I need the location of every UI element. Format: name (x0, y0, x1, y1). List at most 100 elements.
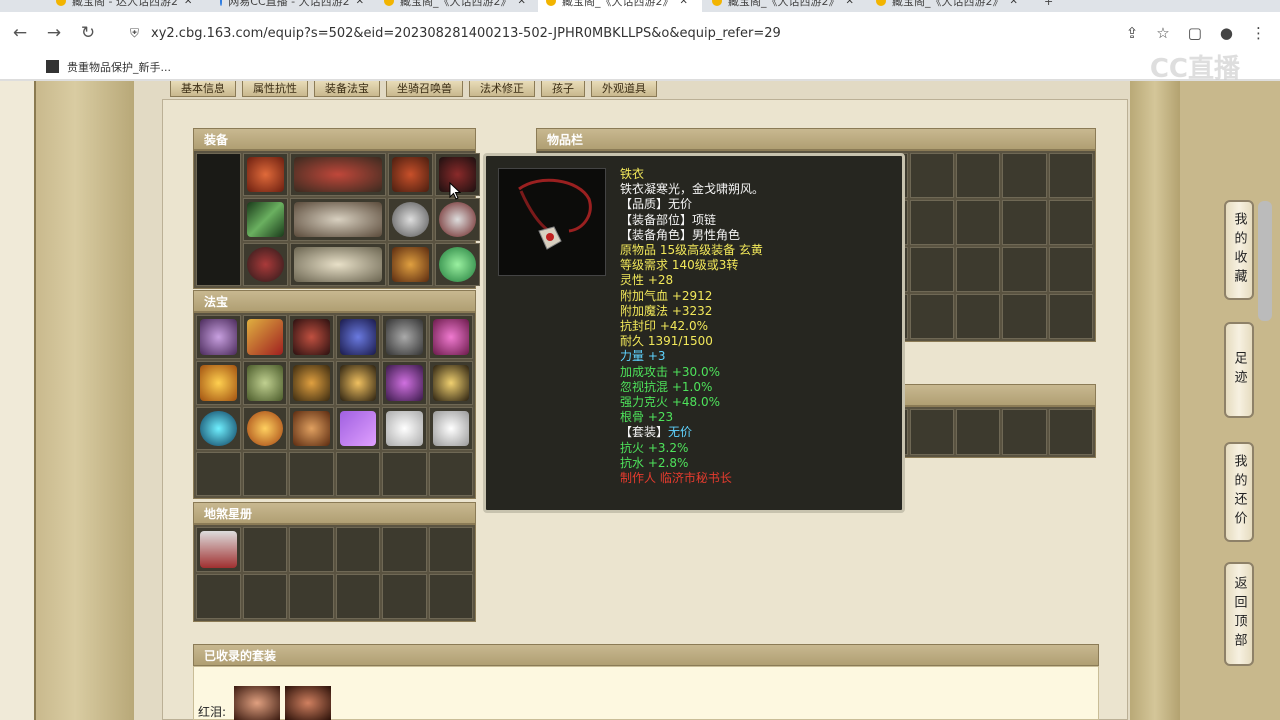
tab-mounts-pets[interactable]: 坐骑召唤兽 (386, 81, 463, 97)
inventory-slot[interactable] (909, 200, 954, 245)
equip-slot[interactable] (435, 243, 480, 286)
ghost-slot[interactable] (196, 527, 241, 572)
ghost-slot[interactable] (242, 574, 287, 619)
close-icon[interactable]: ✕ (184, 0, 192, 7)
profile-icon[interactable]: ● (1220, 24, 1233, 42)
inventory-slot[interactable] (955, 247, 1001, 292)
ghost-slot[interactable] (335, 574, 380, 619)
equip-slot[interactable] (290, 243, 386, 286)
inventory-slot[interactable] (1048, 294, 1093, 339)
inventory-slot[interactable] (1002, 153, 1047, 198)
footprint-button[interactable]: 足迹 (1224, 322, 1254, 418)
inventory-slot[interactable] (909, 294, 954, 339)
treasure-slot[interactable] (242, 315, 287, 359)
browser-tab[interactable]: 藏宝阁_《大话西游2》 ✕ (704, 0, 864, 12)
tab-appearance[interactable]: 外观道具 (591, 81, 657, 97)
favorites-button[interactable]: 我的收藏 (1224, 200, 1254, 300)
treasure-slot[interactable] (242, 452, 287, 496)
treasure-slot[interactable] (335, 406, 380, 451)
equip-slot[interactable] (243, 198, 288, 241)
inventory-slot[interactable] (1048, 200, 1093, 245)
equip-slot[interactable] (388, 198, 433, 241)
inventory-slot[interactable] (955, 294, 1001, 339)
new-tab-button[interactable]: + (1036, 0, 1066, 12)
inventory-slot[interactable] (1002, 200, 1047, 245)
treasure-slot[interactable] (335, 452, 380, 496)
treasure-slot[interactable] (428, 406, 473, 451)
tab-attributes[interactable]: 属性抗性 (242, 81, 308, 97)
equip-slot[interactable] (243, 153, 288, 196)
reload-button[interactable]: ↻ (74, 19, 102, 47)
tab-spell-mod[interactable]: 法术修正 (469, 81, 535, 97)
treasure-slot[interactable] (382, 360, 427, 405)
secondary-slot[interactable] (955, 409, 1001, 455)
ghost-slot[interactable] (335, 527, 380, 572)
treasure-slot[interactable] (382, 452, 427, 496)
treasure-slot[interactable] (428, 452, 473, 496)
browser-tab[interactable]: 藏宝阁 - 达人话西游2 ✕ (48, 0, 208, 12)
ghost-slot[interactable] (382, 527, 427, 572)
ghost-slot[interactable] (289, 527, 334, 572)
set-item[interactable] (234, 686, 280, 720)
treasure-slot[interactable] (382, 406, 427, 451)
star-icon[interactable]: ☆ (1156, 24, 1169, 42)
forward-button[interactable]: → (40, 19, 68, 47)
url-field[interactable]: ⛨ xy2.cbg.163.com/equip?s=502&eid=2023082… (130, 18, 1130, 48)
secondary-slot[interactable] (1002, 409, 1047, 455)
share-icon[interactable]: ⇪ (1126, 24, 1139, 42)
browser-tab[interactable]: 藏宝阁_《大话西游2》 ✕ (376, 0, 536, 12)
equip-slot[interactable] (435, 198, 480, 241)
close-icon[interactable]: ✕ (518, 0, 526, 7)
treasure-slot[interactable] (335, 360, 380, 405)
secondary-slot[interactable] (909, 409, 954, 455)
inventory-slot[interactable] (1002, 294, 1047, 339)
secondary-slot[interactable] (1048, 409, 1093, 455)
menu-icon[interactable]: ⋮ (1251, 24, 1266, 42)
treasure-slot[interactable] (382, 315, 427, 359)
treasure-slot[interactable] (289, 360, 334, 405)
equip-slot[interactable] (388, 153, 433, 196)
treasure-slot[interactable] (196, 452, 241, 496)
tab-children[interactable]: 孩子 (541, 81, 585, 97)
back-to-top-button[interactable]: 返回顶部 (1224, 562, 1254, 666)
treasure-slot[interactable] (242, 360, 287, 405)
treasure-slot[interactable] (428, 315, 473, 359)
sidebar-icon[interactable]: ▢ (1188, 24, 1202, 42)
back-button[interactable]: ← (6, 19, 34, 47)
inventory-slot[interactable] (955, 200, 1001, 245)
browser-tab[interactable]: 藏宝阁_《大话西游2》 ✕ (868, 0, 1028, 12)
treasure-slot[interactable] (196, 406, 241, 451)
equip-slot[interactable] (243, 243, 288, 286)
my-bids-button[interactable]: 我的还价 (1224, 442, 1254, 542)
close-icon[interactable]: ✕ (846, 0, 854, 7)
treasure-slot[interactable] (335, 315, 380, 359)
ghost-slot[interactable] (242, 527, 287, 572)
equip-slot[interactable] (290, 153, 386, 196)
tab-equipment[interactable]: 装备法宝 (314, 81, 380, 97)
inventory-slot[interactable] (955, 153, 1001, 198)
tab-basic-info[interactable]: 基本信息 (170, 81, 236, 97)
close-icon[interactable]: ✕ (680, 0, 688, 7)
bookmark-item[interactable]: 贵重物品保护_新手... (67, 59, 171, 75)
ghost-slot[interactable] (428, 574, 473, 619)
inventory-slot[interactable] (1048, 247, 1093, 292)
treasure-slot[interactable] (196, 360, 241, 405)
equip-slot[interactable] (388, 243, 433, 286)
close-icon[interactable]: ✕ (356, 0, 364, 7)
inventory-slot[interactable] (909, 153, 954, 198)
ghost-slot[interactable] (196, 574, 241, 619)
treasure-slot[interactable] (289, 406, 334, 451)
ghost-slot[interactable] (428, 527, 473, 572)
equip-slot[interactable] (290, 198, 386, 241)
treasure-slot[interactable] (196, 315, 241, 359)
inventory-slot[interactable] (1048, 153, 1093, 198)
treasure-slot[interactable] (289, 315, 334, 359)
scrollbar[interactable] (1258, 201, 1272, 321)
ghost-slot[interactable] (289, 574, 334, 619)
ghost-slot[interactable] (382, 574, 427, 619)
treasure-slot[interactable] (242, 406, 287, 451)
inventory-slot[interactable] (909, 247, 954, 292)
inventory-slot[interactable] (1002, 247, 1047, 292)
close-icon[interactable]: ✕ (1010, 0, 1018, 7)
browser-tab[interactable]: 网易CC直播 - 大话西游2 ✕ (212, 0, 372, 12)
